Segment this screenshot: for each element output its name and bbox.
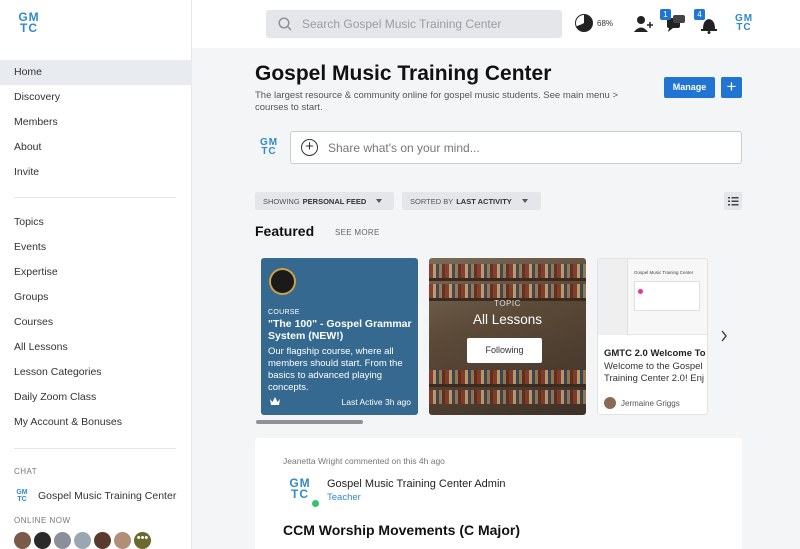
sidebar-item-members[interactable]: Members: [0, 110, 192, 135]
avatar[interactable]: [34, 532, 51, 549]
profile-progress[interactable]: 68%: [575, 14, 613, 32]
sidebar-item-expertise[interactable]: Expertise: [0, 260, 192, 285]
page-title: Gospel Music Training Center: [255, 62, 552, 85]
chevron-down-icon: [521, 199, 528, 203]
sidebar-item-all-lessons[interactable]: All Lessons: [0, 335, 192, 360]
featured-card-course[interactable]: COURSE "The 100" - Gospel Grammar System…: [261, 258, 418, 415]
crown-icon: [270, 397, 280, 405]
sidebar-divider: [14, 448, 176, 449]
avatar[interactable]: [54, 532, 71, 549]
more-online-button[interactable]: •••: [134, 532, 151, 549]
activity-meta: Jeanetta Wright commented on this 4h ago: [283, 456, 445, 466]
sidebar: GM TC Home Discovery Members About Invit…: [0, 0, 192, 549]
featured-card-post[interactable]: Gospel Music Training Center GMTC 2.0 We…: [597, 258, 708, 415]
post-thumbnail: Gospel Music Training Center: [598, 259, 707, 335]
featured-heading: Featured: [255, 223, 315, 239]
plus-circle-icon: +: [301, 139, 318, 156]
post-title[interactable]: CCM Worship Movements (C Major): [283, 522, 520, 538]
following-button[interactable]: Following: [467, 338, 542, 363]
progress-pie-icon: [575, 14, 593, 32]
card-last-active: Last Active 3h ago: [341, 397, 411, 407]
post-input[interactable]: [328, 140, 708, 155]
sidebar-item-my-account[interactable]: My Account & Bonuses: [0, 410, 192, 435]
sidebar-item-about[interactable]: About: [0, 135, 192, 160]
card-title: GMTC 2.0 Welcome To: [604, 348, 706, 359]
post-composer[interactable]: +: [290, 131, 742, 164]
search-icon: [278, 17, 292, 31]
list-view-button[interactable]: [724, 192, 742, 210]
chat-section-label: CHAT: [14, 467, 38, 476]
messages-button[interactable]: 1: [660, 9, 686, 35]
feed-filter-dropdown[interactable]: SHOWING PERSONAL FEED: [255, 192, 394, 210]
add-friend-icon[interactable]: [631, 13, 653, 35]
online-status-indicator: [312, 500, 319, 507]
search-input[interactable]: [302, 17, 542, 31]
sidebar-item-invite[interactable]: Invite: [0, 160, 192, 185]
composer-avatar: GM TC: [259, 137, 279, 157]
card-type-label: COURSE: [268, 309, 300, 316]
sidebar-item-events[interactable]: Events: [0, 235, 192, 260]
avatar[interactable]: [94, 532, 111, 549]
search-bar[interactable]: [266, 10, 562, 38]
list-icon: [728, 197, 739, 206]
activity-feed-item: Jeanetta Wright commented on this 4h ago…: [255, 438, 742, 549]
card-title: "The 100" - Gospel Grammar System (NEW!): [268, 318, 412, 342]
author-avatar[interactable]: GM TC: [287, 477, 313, 500]
avatar: [604, 397, 616, 409]
card-type-label: TOPIC: [494, 299, 521, 308]
see-more-link[interactable]: SEE MORE: [335, 228, 380, 237]
bookshelf-image: [429, 264, 586, 278]
sidebar-item-daily-zoom-class[interactable]: Daily Zoom Class: [0, 385, 192, 410]
user-avatar[interactable]: GM TC: [734, 14, 754, 33]
chevron-down-icon: [376, 199, 383, 203]
sidebar-item-discovery[interactable]: Discovery: [0, 85, 192, 110]
sort-filter-dropdown[interactable]: SORTED BY LAST ACTIVITY: [402, 192, 541, 210]
sidebar-item-groups[interactable]: Groups: [0, 285, 192, 310]
card-author[interactable]: Jermaine Griggs: [604, 397, 680, 409]
sidebar-item-courses[interactable]: Courses: [0, 310, 192, 335]
online-section-label: ONLINE NOW: [14, 516, 71, 525]
course-emblem-icon: [269, 268, 296, 295]
manage-button[interactable]: Manage: [664, 77, 715, 98]
carousel-scrollbar[interactable]: [256, 420, 363, 424]
add-button[interactable]: +: [721, 77, 742, 98]
sidebar-item-topics[interactable]: Topics: [0, 210, 192, 235]
card-description: Welcome to the Gospel Training Center 2.…: [604, 361, 704, 384]
sidebar-item-lesson-categories[interactable]: Lesson Categories: [0, 360, 192, 385]
chat-logo-icon: GM TC: [16, 489, 28, 503]
avatar[interactable]: [14, 532, 31, 549]
card-description: Our flagship course, where all members s…: [268, 346, 403, 393]
card-title: All Lessons: [472, 312, 543, 327]
sidebar-item-home[interactable]: Home: [0, 60, 192, 85]
chat-item-gmtc[interactable]: GM TC Gospel Music Training Center: [14, 486, 176, 506]
messages-badge: 1: [660, 9, 671, 20]
notifications-button[interactable]: 4: [694, 9, 720, 35]
featured-card-topic[interactable]: TOPIC All Lessons Following: [429, 258, 586, 415]
avatar[interactable]: [74, 532, 91, 549]
notifications-badge: 4: [694, 9, 705, 20]
sidebar-divider: [14, 197, 176, 198]
page-subtitle: The largest resource & community online …: [255, 90, 619, 113]
site-logo[interactable]: GM TC: [16, 11, 42, 38]
online-avatars: •••: [14, 532, 151, 549]
author-name[interactable]: Gospel Music Training Center Admin: [327, 478, 506, 490]
avatar[interactable]: [114, 532, 131, 549]
chevron-right-icon[interactable]: [720, 330, 728, 342]
author-role: Teacher: [327, 492, 361, 503]
